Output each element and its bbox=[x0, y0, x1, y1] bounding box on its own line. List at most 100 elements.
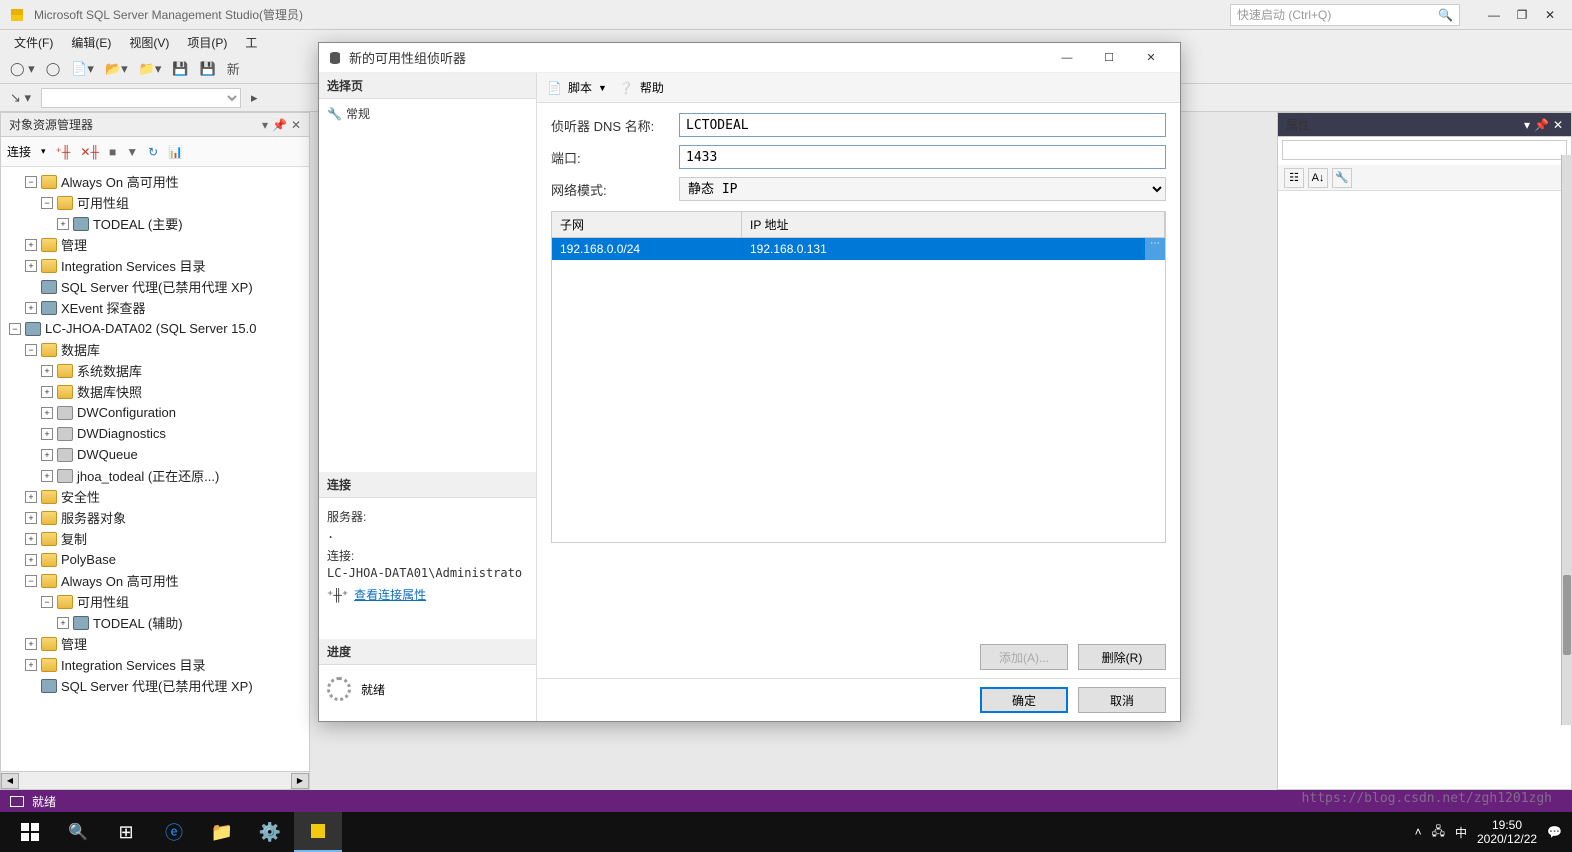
categorized-icon[interactable]: ☷ bbox=[1284, 168, 1304, 188]
expand-icon[interactable]: + bbox=[41, 449, 53, 461]
tree-node[interactable]: +TODEAL (主要) bbox=[1, 213, 309, 234]
tree-node[interactable]: −可用性组 bbox=[1, 591, 309, 612]
view-connection-link[interactable]: 查看连接属性 bbox=[354, 586, 426, 603]
object-explorer-tree[interactable]: −Always On 高可用性−可用性组+TODEAL (主要)+管理+Inte… bbox=[1, 167, 309, 771]
stop-icon[interactable]: ■ bbox=[109, 145, 116, 159]
activity-icon[interactable]: 📊 bbox=[168, 145, 183, 159]
right-scrollbar[interactable] bbox=[1561, 155, 1572, 725]
new-query-button[interactable]: 📄▾ bbox=[67, 59, 98, 79]
script-button[interactable]: 脚本 bbox=[568, 79, 592, 96]
script-dropdown-icon[interactable]: ▼ bbox=[598, 83, 607, 93]
task-view-button[interactable]: ⊞ bbox=[102, 812, 150, 852]
tree-node[interactable]: +Integration Services 目录 bbox=[1, 654, 309, 675]
alphabetical-icon[interactable]: A↓ bbox=[1308, 168, 1328, 188]
tree-node[interactable]: +XEvent 探查器 bbox=[1, 297, 309, 318]
menu-tools[interactable]: 工 bbox=[237, 32, 265, 53]
ok-button[interactable]: 确定 bbox=[980, 687, 1068, 713]
tree-node[interactable]: +系统数据库 bbox=[1, 360, 309, 381]
save-button[interactable]: 💾 bbox=[168, 59, 192, 79]
execute-button[interactable]: ▸ bbox=[247, 88, 262, 108]
tree-node[interactable]: −LC-JHOA-DATA02 (SQL Server 15.0 bbox=[1, 318, 309, 339]
forward-button[interactable]: ◯ bbox=[42, 59, 65, 79]
tree-node[interactable]: +数据库快照 bbox=[1, 381, 309, 402]
db-selector[interactable] bbox=[41, 88, 241, 108]
disconnect-icon[interactable]: ✕╫ bbox=[80, 145, 99, 159]
horizontal-scrollbar[interactable]: ◀ ▶ bbox=[1, 771, 309, 789]
settings-icon[interactable]: ⚙️ bbox=[246, 812, 294, 852]
expand-icon[interactable]: + bbox=[25, 512, 37, 524]
clock[interactable]: 19:50 2020/12/22 bbox=[1477, 818, 1537, 846]
ie-icon[interactable]: ⓔ bbox=[150, 812, 198, 852]
expand-icon[interactable]: − bbox=[41, 197, 53, 209]
col-subnet[interactable]: 子网 bbox=[552, 212, 742, 237]
netmode-select[interactable]: 静态 IP bbox=[679, 177, 1166, 201]
new-item-button[interactable]: 新 bbox=[223, 57, 244, 80]
expand-icon[interactable]: + bbox=[25, 659, 37, 671]
notifications-icon[interactable]: 💬 bbox=[1547, 825, 1562, 839]
tree-node[interactable]: +安全性 bbox=[1, 486, 309, 507]
expand-icon[interactable]: + bbox=[41, 428, 53, 440]
connect-icon[interactable]: ⁺╫ bbox=[56, 145, 71, 159]
tree-node[interactable]: +DWDiagnostics bbox=[1, 423, 309, 444]
expand-icon[interactable]: + bbox=[57, 218, 69, 230]
panel-dropdown-icon[interactable]: ▾ bbox=[1524, 118, 1530, 132]
page-general[interactable]: 🔧常规 bbox=[319, 99, 536, 128]
panel-close-icon[interactable]: ✕ bbox=[291, 118, 301, 132]
expand-icon[interactable]: − bbox=[41, 596, 53, 608]
dialog-minimize-button[interactable]: — bbox=[1046, 45, 1088, 71]
grid-row-selected[interactable]: 192.168.0.0/24 192.168.0.131 ⋯ bbox=[552, 238, 1165, 260]
pin-icon[interactable]: 📌 bbox=[1534, 118, 1549, 132]
tree-node[interactable]: SQL Server 代理(已禁用代理 XP) bbox=[1, 675, 309, 696]
tree-node[interactable]: −Always On 高可用性 bbox=[1, 171, 309, 192]
quick-launch-input[interactable]: 快速启动 (Ctrl+Q) 🔍 bbox=[1230, 4, 1460, 26]
refresh-icon[interactable]: ↻ bbox=[148, 145, 158, 159]
expand-icon[interactable]: + bbox=[41, 407, 53, 419]
browse-icon[interactable]: ⋯ bbox=[1145, 238, 1165, 260]
tree-node[interactable]: +DWQueue bbox=[1, 444, 309, 465]
port-input[interactable] bbox=[679, 145, 1166, 169]
expand-icon[interactable]: + bbox=[25, 638, 37, 650]
scroll-right-arrow[interactable]: ▶ bbox=[291, 773, 309, 789]
expand-icon[interactable]: + bbox=[25, 533, 37, 545]
tree-node[interactable]: −数据库 bbox=[1, 339, 309, 360]
remove-button[interactable]: 删除(R) bbox=[1078, 644, 1166, 670]
panel-close-icon[interactable]: ✕ bbox=[1553, 118, 1563, 132]
menu-edit[interactable]: 编辑(E) bbox=[63, 32, 119, 53]
open-button[interactable]: 📂▾ bbox=[101, 59, 132, 79]
tree-node[interactable]: +TODEAL (辅助) bbox=[1, 612, 309, 633]
expand-icon[interactable]: + bbox=[25, 491, 37, 503]
expand-icon[interactable]: + bbox=[41, 470, 53, 482]
expand-icon[interactable]: + bbox=[25, 554, 37, 566]
tree-node[interactable]: +jhoa_todeal (正在还原...) bbox=[1, 465, 309, 486]
ime-indicator[interactable]: 中 bbox=[1455, 824, 1467, 841]
expand-icon[interactable]: + bbox=[25, 302, 37, 314]
menu-view[interactable]: 视图(V) bbox=[121, 32, 177, 53]
tree-node[interactable]: +管理 bbox=[1, 234, 309, 255]
tree-node[interactable]: +管理 bbox=[1, 633, 309, 654]
explorer-icon[interactable]: 📁 bbox=[198, 812, 246, 852]
ssms-taskbar-icon[interactable] bbox=[294, 812, 342, 852]
start-button[interactable] bbox=[6, 812, 54, 852]
pin-icon[interactable]: 📌 bbox=[272, 118, 287, 132]
expand-icon[interactable]: + bbox=[25, 239, 37, 251]
tree-node[interactable]: −可用性组 bbox=[1, 192, 309, 213]
wrench-icon[interactable]: 🔧 bbox=[1332, 168, 1352, 188]
network-icon[interactable]: 🖧 bbox=[1432, 822, 1445, 843]
restore-button[interactable]: ❐ bbox=[1508, 4, 1536, 26]
close-button[interactable]: ✕ bbox=[1536, 4, 1564, 26]
menu-project[interactable]: 项目(P) bbox=[179, 32, 235, 53]
search-button[interactable]: 🔍 bbox=[54, 812, 102, 852]
tree-node[interactable]: SQL Server 代理(已禁用代理 XP) bbox=[1, 276, 309, 297]
expand-icon[interactable]: + bbox=[57, 617, 69, 629]
tree-node[interactable]: −Always On 高可用性 bbox=[1, 570, 309, 591]
scroll-left-arrow[interactable]: ◀ bbox=[1, 773, 19, 789]
cancel-button[interactable]: 取消 bbox=[1078, 687, 1166, 713]
tree-node[interactable]: +复制 bbox=[1, 528, 309, 549]
panel-dropdown-icon[interactable]: ▾ bbox=[262, 118, 268, 132]
expand-icon[interactable]: − bbox=[25, 344, 37, 356]
back-button[interactable]: ◯ ▾ bbox=[6, 59, 39, 79]
minimize-button[interactable]: — bbox=[1480, 4, 1508, 26]
menu-file[interactable]: 文件(F) bbox=[6, 32, 61, 53]
tree-node[interactable]: +服务器对象 bbox=[1, 507, 309, 528]
tray-chevron-icon[interactable]: ˄ bbox=[1415, 825, 1422, 839]
